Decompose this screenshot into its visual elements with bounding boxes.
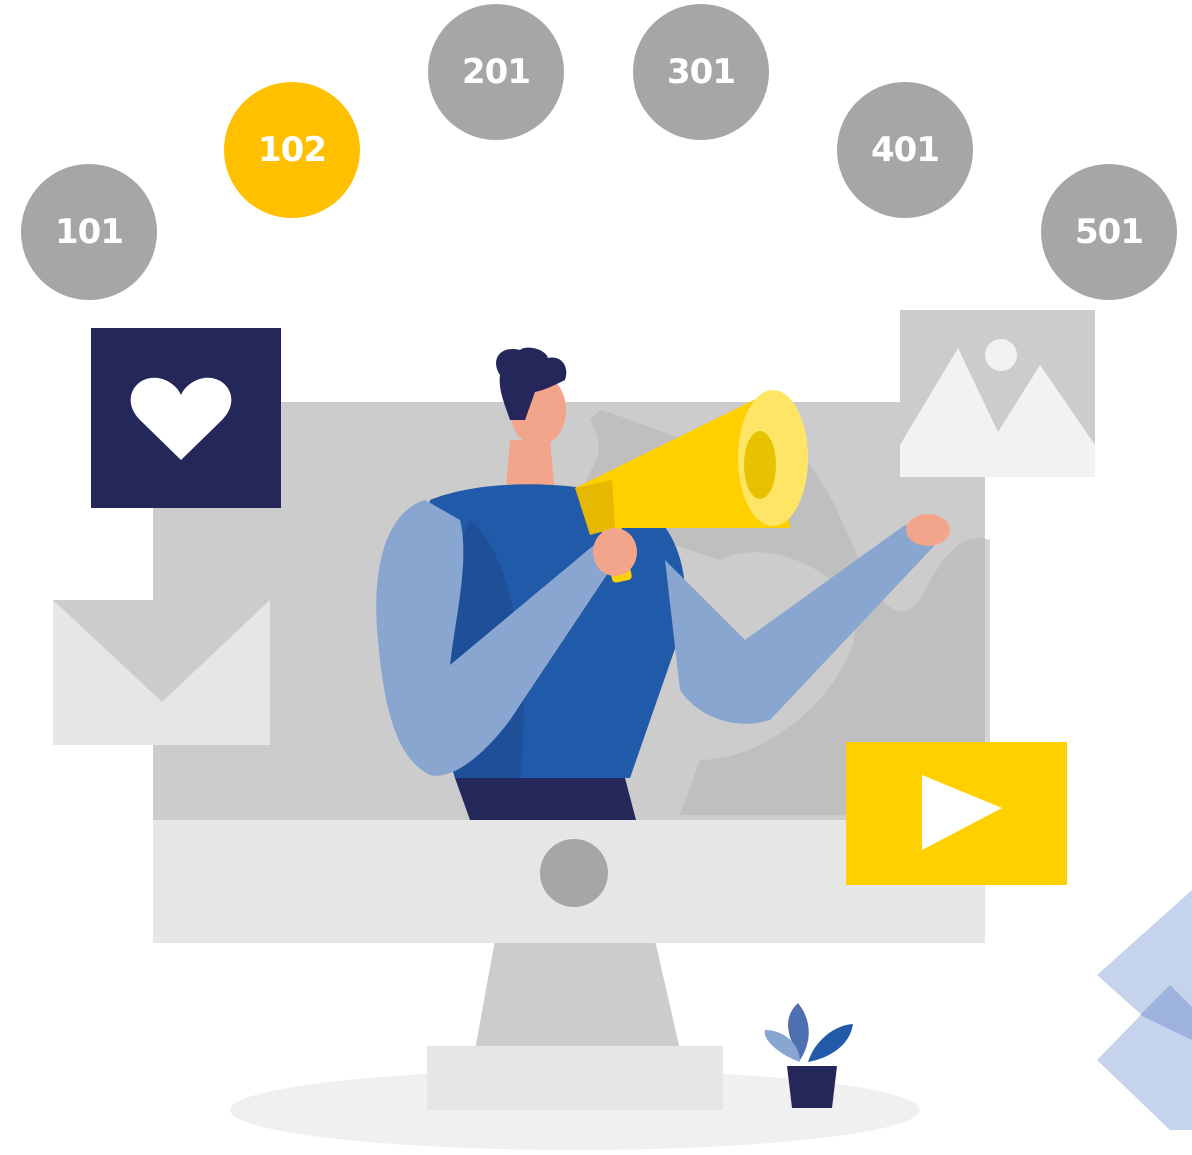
svg-text:401: 401 — [871, 130, 939, 170]
svg-text:501: 501 — [1075, 212, 1143, 252]
badge-102: 102 — [224, 82, 360, 218]
play-card — [846, 742, 1067, 885]
svg-text:102: 102 — [258, 130, 326, 170]
heart-card — [91, 328, 281, 508]
decor-diamonds — [1097, 890, 1192, 1130]
badge-501: 501 — [1041, 164, 1177, 300]
illustration: 101 102 201 301 401 501 — [21, 4, 1192, 1150]
image-card — [900, 310, 1095, 477]
badge-401: 401 — [837, 82, 973, 218]
mail-card — [53, 600, 270, 745]
svg-text:201: 201 — [462, 52, 530, 92]
svg-text:301: 301 — [667, 52, 735, 92]
badge-101: 101 — [21, 164, 157, 300]
badge-301: 301 — [633, 4, 769, 140]
svg-text:101: 101 — [55, 212, 123, 252]
monitor-stand — [475, 940, 680, 1050]
monitor-base — [427, 1046, 723, 1110]
badge-201: 201 — [428, 4, 564, 140]
monitor-button — [540, 839, 608, 907]
